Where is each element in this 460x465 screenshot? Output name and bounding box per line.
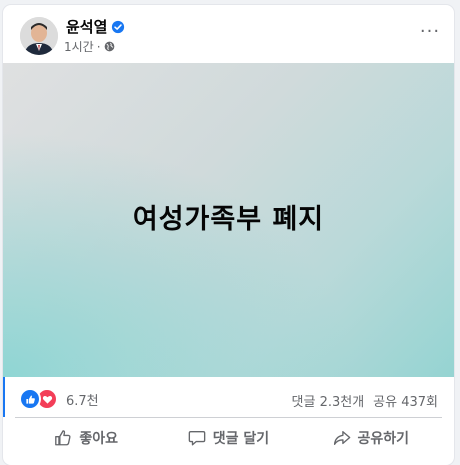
like-button-label: 좋아요	[79, 431, 118, 447]
comment-bubble-icon	[188, 431, 206, 446]
share-count-link[interactable]: 공유 437회	[373, 391, 438, 410]
more-options-icon: ···	[419, 20, 441, 42]
post-header: 윤석열 1시간 · ···	[3, 5, 454, 63]
avatar-portrait-icon	[20, 17, 58, 55]
like-button[interactable]: 좋아요	[15, 419, 157, 457]
share-arrow-icon	[333, 431, 350, 445]
more-options-button[interactable]: ···	[416, 19, 444, 43]
thumbs-up-icon	[55, 430, 71, 446]
author-name[interactable]: 윤석열	[66, 16, 107, 37]
post-stats: 6.7천 댓글 2.3천개 공유 437회	[3, 377, 454, 417]
action-bar: 좋아요 댓글 달기 공유하기	[15, 419, 442, 457]
verified-badge-icon	[112, 20, 125, 33]
post-timestamp[interactable]: 1시간	[64, 38, 94, 55]
comment-button[interactable]: 댓글 달기	[157, 419, 299, 457]
comment-button-label: 댓글 달기	[212, 431, 270, 447]
like-reaction-icon	[19, 388, 41, 410]
share-button[interactable]: 공유하기	[300, 419, 442, 457]
meta-separator: ·	[96, 39, 101, 54]
author-avatar[interactable]	[20, 17, 58, 55]
author-name-row: 윤석열	[66, 16, 125, 37]
post-image[interactable]: 여성가족부 폐지	[3, 63, 454, 377]
comment-count-link[interactable]: 댓글 2.3천개	[292, 391, 365, 410]
engagement-counts: 댓글 2.3천개 공유 437회	[292, 391, 438, 410]
share-button-label: 공유하기	[357, 431, 410, 447]
post-meta: 1시간 ·	[64, 38, 115, 55]
globe-icon[interactable]	[104, 41, 115, 52]
post-card: 윤석열 1시간 · ··· 여성가족부 폐지 6.7천 댓글 2.3천개 공유 …	[3, 5, 454, 465]
reactions-summary[interactable]: 6.7천	[19, 388, 99, 410]
action-divider	[15, 417, 442, 418]
reaction-count: 6.7천	[66, 393, 99, 409]
post-body-text: 여성가족부 폐지	[132, 203, 325, 235]
